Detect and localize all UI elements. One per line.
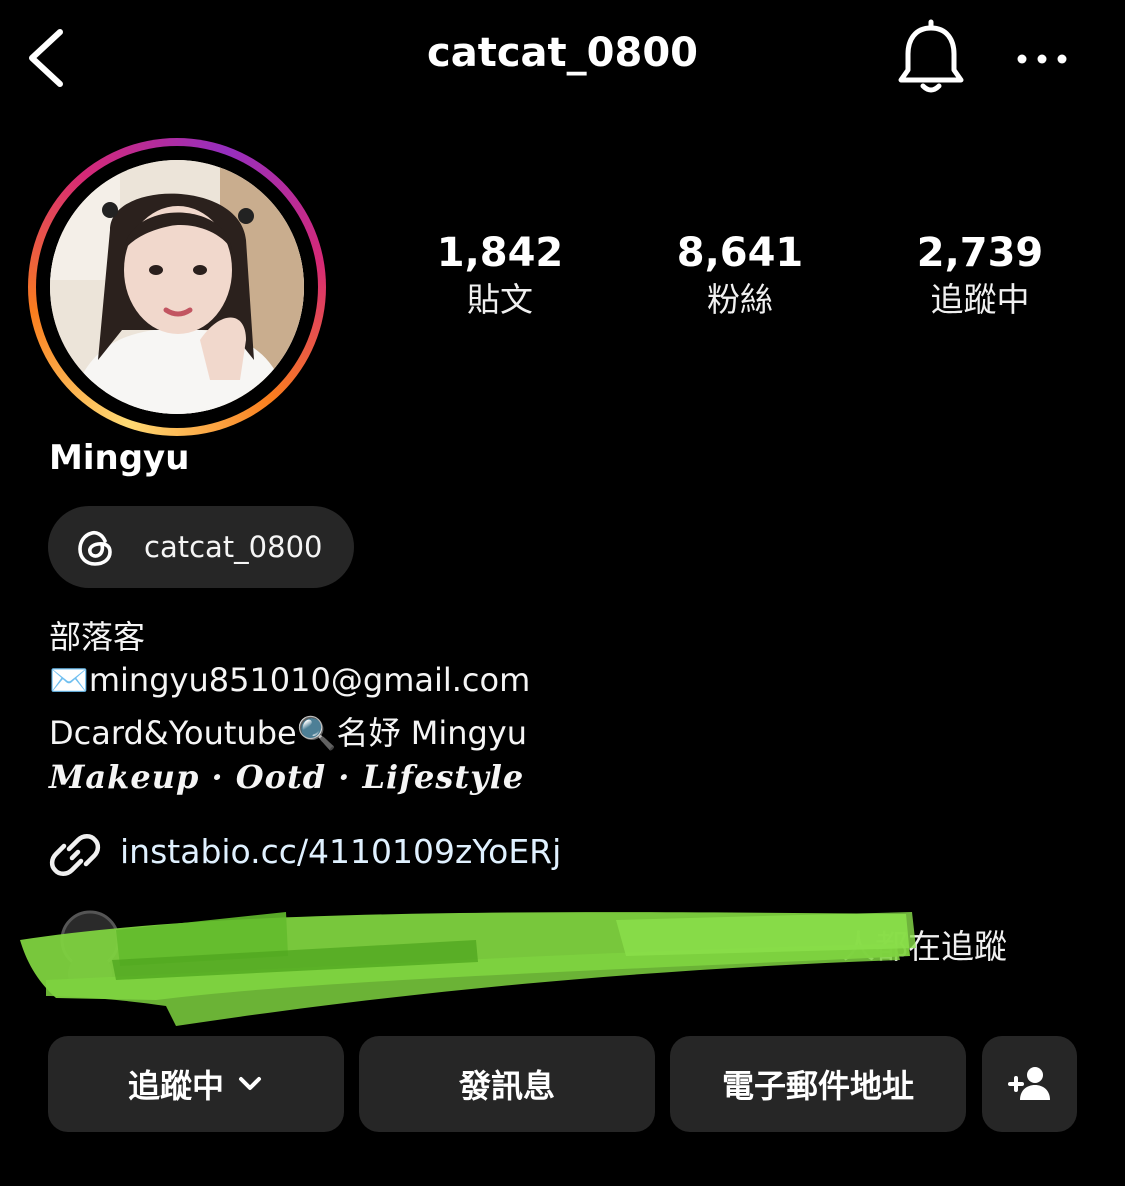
followers-count: 8,641 <box>676 230 804 276</box>
threads-badge[interactable]: catcat_0800 <box>48 506 354 588</box>
following-count: 2,739 <box>916 230 1044 276</box>
bio-line-dcard: Dcard&Youtube🔍名妤 Mingyu <box>49 714 528 752</box>
posts-label: 貼文 <box>467 280 533 319</box>
posts-count: 1,842 <box>436 230 564 276</box>
email-button-label: 電子郵件地址 <box>721 1067 914 1105</box>
add-person-icon <box>1007 1067 1050 1100</box>
threads-icon <box>78 530 112 566</box>
message-button[interactable]: 發訊息 <box>359 1036 655 1132</box>
redaction-scribble <box>20 910 916 1026</box>
threads-handle: catcat_0800 <box>144 530 323 564</box>
bio-line-tagline: Makeup · Ootd · Lifestyle <box>49 758 525 796</box>
profile-link[interactable]: instabio.cc/4110109zYoERj <box>120 832 561 871</box>
add-friend-button[interactable] <box>982 1036 1077 1132</box>
chevron-down-icon <box>239 1077 261 1090</box>
more-options-icon[interactable] <box>1012 44 1072 74</box>
followers-stat[interactable]: 8,641 粉絲 <box>640 228 840 322</box>
link-icon <box>49 834 101 876</box>
bio-line-category: 部落客 <box>49 618 146 656</box>
following-label: 追蹤中 <box>930 280 1030 319</box>
message-button-label: 發訊息 <box>458 1067 555 1105</box>
posts-stat[interactable]: 1,842 貼文 <box>400 228 600 322</box>
following-button-label: 追蹤中 <box>127 1067 224 1105</box>
profile-avatar[interactable] <box>50 160 304 414</box>
bell-icon[interactable] <box>893 18 969 98</box>
following-stat[interactable]: 2,739 追蹤中 <box>880 228 1080 322</box>
followers-label: 粉絲 <box>707 280 773 319</box>
followed-by-redacted <box>16 900 1066 1032</box>
bio-line-email: ✉️mingyu851010@gmail.com <box>49 661 531 699</box>
email-button[interactable]: 電子郵件地址 <box>670 1036 966 1132</box>
following-button[interactable]: 追蹤中 <box>48 1036 344 1132</box>
profile-name: Mingyu <box>49 438 190 478</box>
